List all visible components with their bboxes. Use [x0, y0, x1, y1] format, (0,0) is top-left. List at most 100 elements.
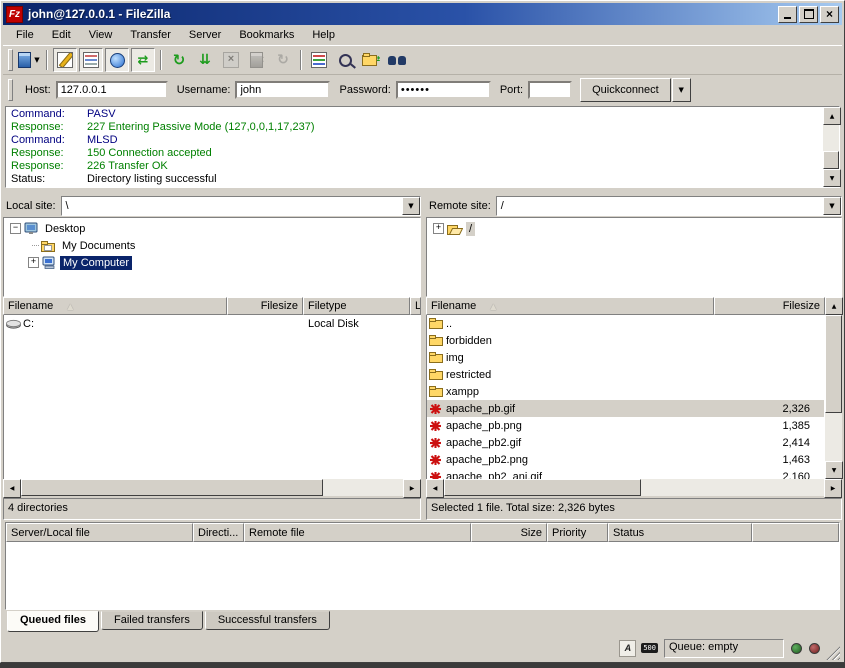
column-header-last-modified[interactable]: L — [410, 297, 421, 315]
toggle-local-tree-button[interactable] — [79, 48, 103, 72]
column-header-direction[interactable]: Directi... — [193, 523, 244, 542]
titlebar[interactable]: Fz john@127.0.0.1 - FileZilla × — [3, 3, 842, 25]
menu-server[interactable]: Server — [180, 27, 230, 43]
column-header-filename[interactable]: Filename ▲ — [426, 297, 714, 315]
speed-limit-icon[interactable]: 500 — [641, 643, 658, 653]
file-row[interactable]: .. — [427, 315, 824, 332]
host-input[interactable] — [56, 81, 168, 99]
file-row[interactable]: restricted — [427, 366, 824, 383]
remote-tree[interactable]: + / — [426, 217, 842, 297]
column-header-status[interactable]: Status — [608, 523, 752, 542]
scroll-thumb[interactable] — [444, 479, 641, 496]
quickconnect-button[interactable]: Quickconnect — [580, 78, 671, 102]
scroll-track[interactable] — [825, 413, 842, 461]
column-header-empty[interactable] — [752, 523, 839, 542]
file-row[interactable]: img — [427, 349, 824, 366]
toolbar-grip[interactable] — [8, 49, 13, 71]
site-manager-button[interactable]: ▼ — [17, 48, 41, 72]
file-row-c-drive[interactable]: C: Local Disk — [4, 315, 420, 332]
remote-site-combobox[interactable]: / ▼ — [496, 196, 842, 216]
directory-comparison-button[interactable] — [333, 48, 357, 72]
quickbar-grip[interactable] — [8, 79, 13, 101]
tab-failed-transfers[interactable]: Failed transfers — [101, 611, 203, 630]
scroll-left-icon[interactable]: ◀ — [426, 479, 444, 498]
local-tree[interactable]: − Desktop My Documents + My Computer — [3, 217, 421, 297]
column-header-filename[interactable]: Filename ▲ — [3, 297, 227, 315]
column-header-server-local-file[interactable]: Server/Local file — [6, 523, 193, 542]
quickconnect-dropdown-button[interactable]: ▼ — [672, 78, 691, 102]
reconnect-button[interactable]: ↻ — [271, 48, 295, 72]
chevron-down-icon[interactable]: ▼ — [402, 197, 420, 215]
port-input[interactable] — [528, 81, 572, 99]
expand-icon[interactable]: + — [28, 257, 39, 268]
synchronized-browsing-button[interactable]: ⇄ — [359, 48, 383, 72]
file-row[interactable]: apache_pb2.gif 2,414 — [427, 434, 824, 451]
data-type-icon[interactable]: A — [619, 640, 636, 657]
local-file-list[interactable]: C: Local Disk — [3, 315, 421, 479]
column-header-size[interactable]: Size — [471, 523, 547, 542]
password-input[interactable] — [396, 81, 491, 99]
toggle-remote-tree-button[interactable] — [105, 48, 129, 72]
disconnect-button[interactable]: × — [245, 48, 269, 72]
menu-transfer[interactable]: Transfer — [121, 27, 180, 43]
scroll-track[interactable] — [323, 479, 403, 496]
tree-node-my-computer[interactable]: + My Computer — [4, 254, 420, 271]
cancel-operation-button[interactable]: × — [219, 48, 243, 72]
scroll-track[interactable] — [823, 125, 839, 151]
remote-file-list[interactable]: .. forbidden img — [426, 315, 825, 479]
menu-view[interactable]: View — [80, 27, 122, 43]
file-row-selected[interactable]: apache_pb.gif 2,326 — [427, 400, 824, 417]
resize-grip[interactable] — [826, 646, 840, 660]
chevron-down-icon[interactable]: ▼ — [823, 197, 841, 215]
log-vertical-scrollbar[interactable]: ▲ ▼ — [823, 107, 839, 187]
tree-node-desktop[interactable]: − Desktop — [4, 220, 420, 237]
menu-file[interactable]: File — [7, 27, 43, 43]
tab-queued-files[interactable]: Queued files — [7, 611, 99, 632]
process-queue-button[interactable]: ⇊ — [193, 48, 217, 72]
scroll-thumb[interactable] — [825, 315, 842, 413]
remote-vertical-scrollbar[interactable]: ▲ ▼ — [825, 297, 842, 479]
tree-node-my-documents[interactable]: My Documents — [4, 237, 420, 254]
file-row[interactable]: forbidden — [427, 332, 824, 349]
column-header-remote-file[interactable]: Remote file — [244, 523, 471, 542]
scroll-thumb[interactable] — [823, 151, 839, 169]
menu-help[interactable]: Help — [303, 27, 344, 43]
tree-node-root[interactable]: + / — [427, 220, 841, 237]
file-row[interactable]: xampp — [427, 383, 824, 400]
column-header-filesize[interactable]: Filesize — [227, 297, 303, 315]
message-log-content[interactable]: Command:PASV Response:227 Entering Passi… — [6, 107, 823, 187]
local-horizontal-scrollbar[interactable]: ◀ ▶ — [3, 479, 421, 496]
scroll-left-icon[interactable]: ◀ — [3, 479, 21, 498]
scroll-down-icon[interactable]: ▼ — [823, 169, 841, 187]
scroll-up-icon[interactable]: ▲ — [825, 297, 843, 315]
column-header-filesize[interactable]: Filesize — [714, 297, 825, 315]
tab-successful-transfers[interactable]: Successful transfers — [205, 611, 330, 630]
toggle-queue-button[interactable]: ⇄ — [131, 48, 155, 72]
file-row[interactable]: apache_pb.png 1,385 — [427, 417, 824, 434]
queue-list[interactable] — [6, 542, 839, 609]
toggle-message-log-button[interactable] — [53, 48, 77, 72]
file-row[interactable]: apache_pb2_ani.gif 2,160 — [427, 468, 824, 479]
column-header-priority[interactable]: Priority — [547, 523, 608, 542]
column-header-filetype[interactable]: Filetype — [303, 297, 410, 315]
scroll-track[interactable] — [641, 479, 824, 496]
refresh-button[interactable]: ↻ — [167, 48, 191, 72]
file-row[interactable]: apache_pb2.png 1,463 — [427, 451, 824, 468]
scroll-up-icon[interactable]: ▲ — [823, 107, 841, 125]
find-files-button[interactable] — [385, 48, 409, 72]
menu-bookmarks[interactable]: Bookmarks — [230, 27, 303, 43]
filter-button[interactable] — [307, 48, 331, 72]
scroll-thumb[interactable] — [21, 479, 323, 496]
collapse-icon[interactable]: − — [10, 223, 21, 234]
scroll-down-icon[interactable]: ▼ — [825, 461, 843, 479]
close-button[interactable]: × — [820, 6, 839, 23]
remote-horizontal-scrollbar[interactable]: ◀ ▶ — [426, 479, 842, 496]
minimize-button[interactable] — [778, 6, 797, 23]
scroll-right-icon[interactable]: ▶ — [403, 479, 421, 498]
local-site-combobox[interactable]: \ ▼ — [61, 196, 421, 216]
menu-edit[interactable]: Edit — [43, 27, 80, 43]
scroll-right-icon[interactable]: ▶ — [824, 479, 842, 498]
username-input[interactable] — [235, 81, 330, 99]
expand-icon[interactable]: + — [433, 223, 444, 234]
maximize-button[interactable] — [799, 6, 818, 23]
